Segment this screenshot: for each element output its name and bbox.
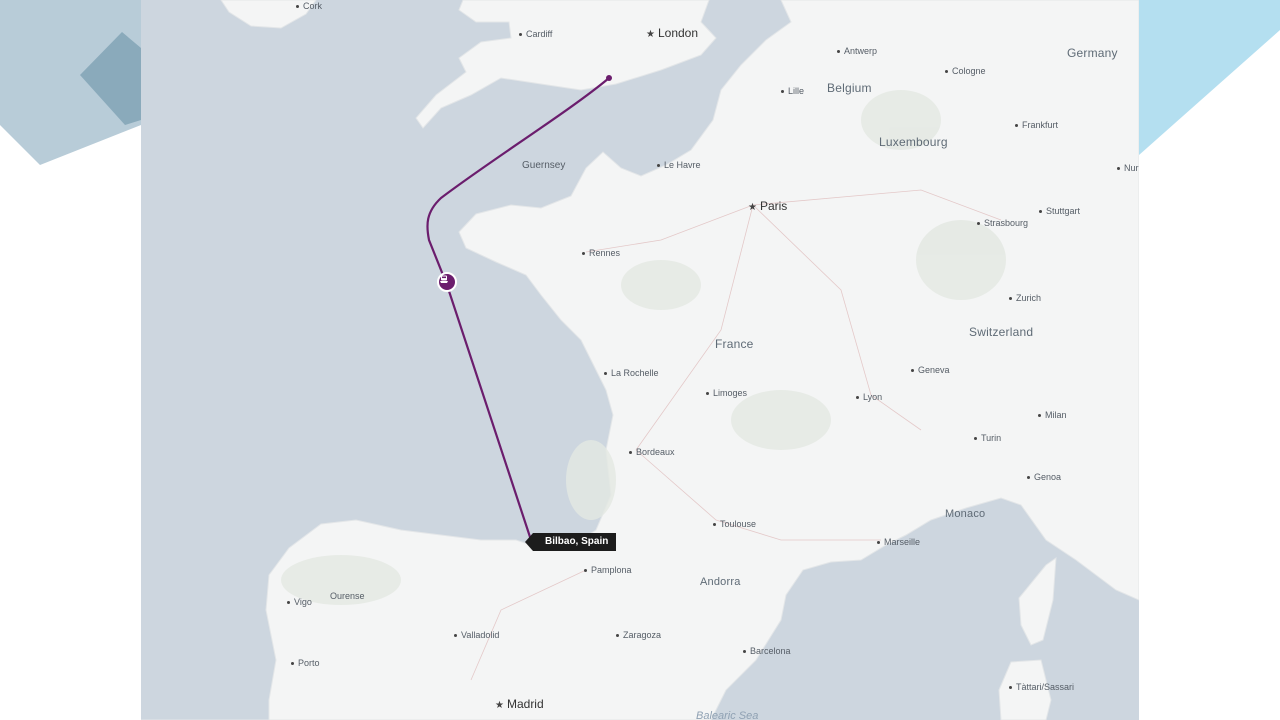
capital-label: ★ London (646, 26, 699, 40)
country-label: France (715, 337, 754, 351)
city-label: Frankfurt (1015, 120, 1058, 131)
city-label-text: Cardiff (526, 29, 553, 39)
capital-label-text: London (657, 26, 699, 40)
city-label: Milan (1038, 410, 1067, 421)
city-label: Cologne (945, 66, 986, 77)
island-label: Guernsey (522, 160, 566, 171)
capital-label-text: Paris (759, 199, 788, 213)
city-label-text: Geneva (918, 365, 950, 375)
city-label: Porto (291, 658, 320, 669)
city-label-text: Rennes (589, 248, 621, 258)
city-label-text: Lille (788, 86, 805, 96)
city-label: Bordeaux (629, 447, 675, 458)
city-label: Cork (296, 1, 322, 12)
city-label-text: Cork (303, 1, 323, 11)
city-label-text: Tàttari/Sassari (1016, 682, 1075, 692)
ferry-icon[interactable] (437, 272, 457, 292)
city-label: Rennes (582, 248, 620, 259)
city-label-text: Valladolid (461, 630, 500, 640)
city-label: Toulouse (713, 519, 756, 530)
city-label-text: Pamplona (591, 565, 632, 575)
city-label: Antwerp (837, 46, 877, 57)
city-label-text: Zaragoza (623, 630, 662, 640)
country-label: Germany (1067, 46, 1118, 60)
city-label: Zurich (1009, 293, 1041, 304)
city-label-text: Le Havre (664, 160, 701, 170)
destination-tooltip: Bilbao, Spain (524, 533, 617, 551)
city-label: Marseille (877, 537, 920, 548)
city-label: Le Havre (657, 160, 701, 171)
city-label-text: Milan (1045, 410, 1067, 420)
city-label: Lille (781, 86, 804, 97)
capital-label: ★ Paris (748, 199, 788, 213)
city-label-text: La Rochelle (611, 368, 659, 378)
map-canvas (141, 0, 1139, 720)
capital-label-text: Madrid (506, 697, 544, 711)
city-label-text: Genoa (1034, 472, 1062, 482)
city-label-text: Stuttgart (1046, 206, 1081, 216)
city-label: Geneva (911, 365, 950, 376)
city-label: Lyon (856, 392, 882, 403)
city-label-text: Lyon (863, 392, 883, 402)
city-label: Valladolid (454, 630, 499, 641)
city-label-text: Antwerp (844, 46, 878, 56)
country-label: Belgium (827, 81, 872, 95)
city-label: Vigo (287, 597, 312, 608)
city-label: Pamplona (584, 565, 632, 576)
city-label: Genoa (1027, 472, 1061, 483)
city-label-text: Bordeaux (636, 447, 675, 457)
capital-label: ★ Madrid (495, 697, 544, 711)
city-label-text: Toulouse (720, 519, 757, 529)
city-label: Cardiff (519, 29, 552, 40)
city-label: Stuttgart (1039, 206, 1080, 217)
country-label: Luxembourg (879, 135, 948, 149)
city-label-text: Barcelona (750, 646, 791, 656)
route-start-marker (606, 75, 612, 81)
city-label: Turin (974, 433, 1001, 444)
city-label-text: Cologne (952, 66, 986, 76)
city-label-text: Porto (298, 658, 320, 668)
country-label: Andorra (700, 576, 741, 588)
country-label: Monaco (945, 508, 986, 520)
city-label: Barcelona (743, 646, 791, 657)
city-label-text: Vigo (294, 597, 312, 607)
city-label: Zaragoza (616, 630, 661, 641)
city-label-text: Nur (1124, 163, 1139, 173)
sea-label: Balearic Sea (696, 710, 759, 720)
city-label: La Rochelle (604, 368, 659, 379)
city-label-text: Turin (981, 433, 1002, 443)
country-label: Switzerland (969, 325, 1034, 339)
city-label-text: Ourense (330, 591, 365, 601)
city-label-text: Strasbourg (984, 218, 1029, 228)
city-label-text: Zurich (1016, 293, 1042, 303)
city-label: Nur (1117, 163, 1139, 174)
city-label: Ourense (330, 591, 365, 602)
city-label-text: Marseille (884, 537, 921, 547)
map-view[interactable]: Bilbao, Spain Cork Cardiff ★ London Antwe… (141, 0, 1139, 720)
city-label: Strasbourg (977, 218, 1028, 229)
city-label: Tàttari/Sassari (1009, 682, 1074, 693)
city-label: Limoges (706, 388, 747, 399)
city-label-text: Limoges (713, 388, 748, 398)
city-label-text: Frankfurt (1022, 120, 1059, 130)
